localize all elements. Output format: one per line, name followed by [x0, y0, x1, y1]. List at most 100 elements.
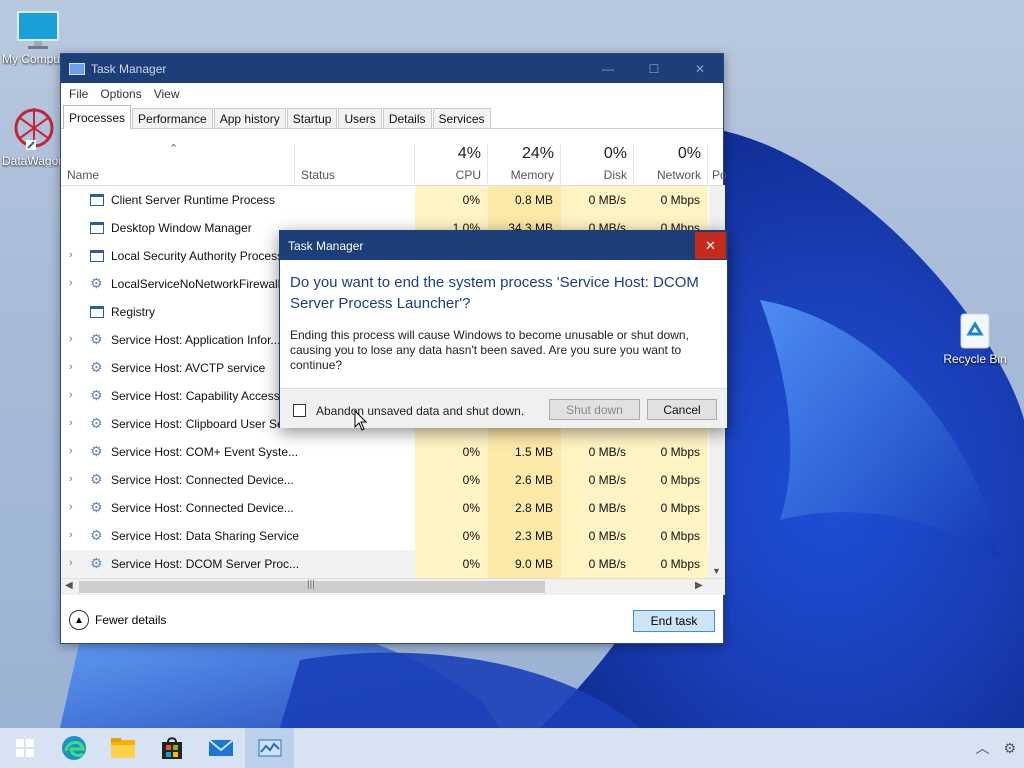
gear-icon: ⚙ [90, 527, 103, 543]
process-name: Service Host: Data Sharing Service [111, 529, 300, 543]
expand-chevron-icon[interactable]: › [69, 501, 73, 513]
mail-button[interactable] [196, 728, 245, 768]
cpu-total: 4% [457, 145, 481, 162]
abandon-data-label[interactable]: Abandon unsaved data and shut down. [316, 404, 524, 418]
desktop-icon-label: DataWagon [2, 154, 65, 168]
tab-performance[interactable]: Performance [132, 108, 213, 128]
footer: ▲ Fewer details End task [61, 596, 725, 644]
task-manager-taskbar-button[interactable] [245, 728, 294, 768]
disk-total: 0% [603, 145, 627, 162]
grip-icon: ||| [307, 579, 315, 590]
table-row[interactable]: › ⚙ Service Host: DCOM Server Proc... 0% 9.0… [61, 550, 709, 578]
process-name: Client Server Runtime Process [111, 193, 276, 207]
table-row[interactable]: Client Server Runtime Process 0% 0.8 MB 0 M… [61, 186, 709, 214]
abandon-data-checkbox[interactable] [293, 404, 306, 417]
expand-chevron-icon[interactable]: › [69, 529, 73, 541]
end-process-dialog: Task Manager ✕ Do you want to end the sy… [279, 230, 728, 428]
memory-cell: 2.6 MB [488, 466, 561, 494]
gear-icon: ⚙ [90, 387, 103, 403]
memory-cell: 9.0 MB [488, 550, 561, 578]
column-cpu-label: CPU [455, 168, 481, 182]
cancel-button[interactable]: Cancel [647, 399, 717, 420]
memory-cell: 1.5 MB [488, 438, 561, 466]
cpu-cell: 0% [415, 438, 488, 466]
expand-chevron-icon[interactable]: › [69, 249, 73, 261]
horizontal-scrollbar[interactable]: ◀ ||| ▶ [61, 578, 725, 595]
table-row[interactable]: › ⚙ Service Host: COM+ Event Syste... 0% 1.5… [61, 438, 709, 466]
title-bar[interactable]: Task Manager — ☐ ✕ [61, 54, 723, 83]
column-power[interactable]: Po [708, 144, 727, 186]
window-icon [90, 250, 104, 262]
column-memory[interactable]: 24% Memory [488, 144, 561, 186]
shut-down-button[interactable]: Shut down [549, 399, 640, 420]
disk-cell: 0 MB/s [561, 494, 634, 522]
network-cell: 0 Mbps [634, 494, 708, 522]
expand-chevron-icon[interactable]: › [69, 473, 73, 485]
monitor-icon [17, 11, 59, 49]
store-button[interactable] [147, 728, 196, 768]
dialog-title-bar[interactable]: Task Manager ✕ [280, 231, 727, 260]
column-status[interactable]: Status [295, 144, 415, 186]
scroll-down-icon[interactable]: ▼ [712, 566, 721, 576]
tab-services[interactable]: Services [432, 108, 491, 128]
close-button[interactable]: ✕ [677, 54, 723, 83]
maximize-button[interactable]: ☐ [631, 54, 677, 83]
cpu-cell: 0% [415, 550, 488, 578]
window-title: Task Manager [91, 61, 167, 76]
gear-icon: ⚙ [90, 359, 103, 375]
expand-chevron-icon[interactable]: › [69, 361, 73, 373]
menu-bar: File Options View [61, 83, 723, 105]
file-explorer-button[interactable] [98, 728, 147, 768]
column-disk[interactable]: 0% Disk [561, 144, 634, 186]
fewer-details-button[interactable]: ▲ Fewer details [69, 610, 166, 630]
expand-chevron-icon[interactable]: › [69, 557, 73, 569]
file-explorer-icon [110, 738, 135, 758]
table-row[interactable]: › ⚙ Service Host: Data Sharing Service 0% 2.… [61, 522, 709, 550]
network-cell: 0 Mbps [634, 438, 708, 466]
gear-icon[interactable]: ⚙ [1003, 740, 1016, 757]
column-network[interactable]: 0% Network [634, 144, 708, 186]
scroll-left-icon[interactable]: ◀ [65, 580, 73, 591]
chevron-up-icon[interactable]: ︿ [975, 738, 989, 758]
minimize-button[interactable]: — [585, 54, 631, 83]
store-icon [161, 737, 182, 759]
expand-chevron-icon[interactable]: › [69, 389, 73, 401]
tab-bar: Processes Performance App history Startu… [61, 105, 723, 129]
scroll-right-icon[interactable]: ▶ [695, 580, 703, 591]
menu-file[interactable]: File [63, 87, 94, 101]
menu-options[interactable]: Options [94, 87, 147, 101]
system-tray: ︿ ⚙ [961, 728, 1016, 768]
expand-chevron-icon[interactable]: › [69, 417, 73, 429]
end-task-button[interactable]: End task [633, 610, 715, 632]
dialog-close-button[interactable]: ✕ [695, 232, 726, 259]
mail-icon [207, 739, 234, 756]
table-row[interactable]: › ⚙ Service Host: Connected Device... 0% 2.6… [61, 466, 709, 494]
tab-app-history[interactable]: App history [213, 108, 286, 128]
gear-icon: ⚙ [90, 415, 103, 431]
cpu-cell: 0% [415, 186, 488, 214]
expand-chevron-icon[interactable]: › [69, 277, 73, 289]
expand-chevron-icon[interactable]: › [69, 333, 73, 345]
dialog-heading: Do you want to end the system process 'S… [290, 274, 699, 312]
window-icon [90, 306, 104, 318]
disk-cell: 0 MB/s [561, 466, 634, 494]
desktop-icon-label: My Computer [2, 52, 60, 66]
disk-cell: 0 MB/s [561, 186, 634, 214]
table-row[interactable]: › ⚙ Service Host: Connected Device... 0% 2.8… [61, 494, 709, 522]
column-header: ⌃ Name Status 4% CPU 24% Memory 0% Disk … [61, 143, 727, 186]
expand-chevron-icon[interactable]: › [69, 445, 73, 457]
column-cpu[interactable]: 4% CPU [415, 144, 488, 186]
tab-processes[interactable]: Processes [63, 105, 132, 129]
tab-details[interactable]: Details [382, 108, 432, 128]
scroll-thumb[interactable]: ||| [79, 579, 545, 593]
tab-startup[interactable]: Startup [286, 108, 338, 128]
gear-icon: ⚙ [90, 499, 103, 515]
column-status-label: Status [301, 168, 336, 182]
tab-users[interactable]: Users [338, 108, 382, 128]
start-button[interactable] [0, 728, 49, 768]
column-name[interactable]: ⌃ Name [61, 143, 295, 186]
menu-view[interactable]: View [148, 87, 186, 101]
edge-button[interactable] [49, 728, 98, 768]
desktop-icon-recycle-bin[interactable]: Recycle Bin [939, 310, 1011, 366]
gear-icon: ⚙ [90, 471, 103, 487]
